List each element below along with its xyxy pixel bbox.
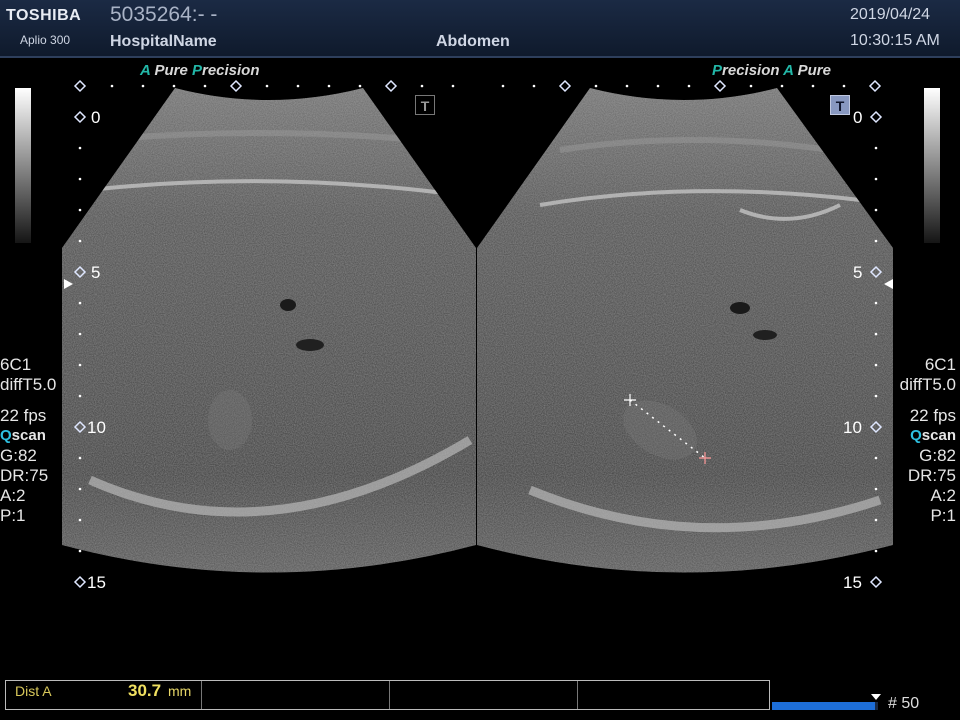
- cine-position-marker: [871, 694, 881, 700]
- cine-progress-fill: [772, 702, 875, 710]
- ultrasound-image-area: A Pure Precision Precision A Pure T T 0 …: [0, 60, 960, 680]
- exam-time: 10:30:15 AM: [850, 32, 940, 49]
- brand-logo: TOSHIBA: [6, 7, 82, 24]
- cine-progress-bar[interactable]: [772, 702, 878, 710]
- measurement-label: Dist A: [15, 683, 52, 699]
- a-label: A:2: [0, 486, 26, 505]
- left-depth-5: 5: [91, 263, 101, 282]
- gain-label: G:82: [0, 446, 37, 465]
- left-depth-15: 15: [87, 573, 106, 592]
- dynamic-range-label: DR:75: [907, 466, 956, 485]
- right-sector-image: [477, 88, 893, 573]
- probe-label: 6C1: [0, 355, 32, 374]
- fps-label: 22 fps: [909, 406, 956, 425]
- fps-label: 22 fps: [0, 406, 47, 425]
- exam-type: Abdomen: [436, 33, 510, 50]
- mode-label: diffT5.0: [0, 375, 57, 394]
- a-label: A:2: [930, 486, 956, 505]
- exam-date: 2019/04/24: [850, 6, 931, 23]
- measurement-cell-empty: [578, 681, 769, 709]
- left-depth-0: 0: [91, 108, 101, 127]
- measurement-value: 30.7: [128, 681, 162, 700]
- measurement-cell-empty: [390, 681, 578, 709]
- right-depth-0: 0: [853, 108, 863, 127]
- right-orientation-marker: T: [830, 95, 850, 115]
- top-info-bar: TOSHIBA Aplio 300 5035264:- - HospitalNa…: [0, 0, 960, 58]
- qscan-label: Qscan: [0, 427, 46, 444]
- p-label: P:1: [930, 506, 956, 525]
- qscan-label: Qscan: [910, 427, 956, 444]
- left-param-block: 6C1 diffT5.0 22 fps Qscan G:82 DR:75 A:2…: [0, 355, 56, 526]
- top-diamond-marks: [73, 79, 882, 93]
- left-orientation-marker: T: [415, 95, 435, 115]
- p-label: P:1: [0, 506, 26, 525]
- measurement-table: Dist A 30.7 mm: [5, 680, 770, 710]
- left-brand-tag: A Pure Precision: [140, 62, 260, 79]
- right-param-block: 6C1 diffT5.0 22 fps Qscan G:82 DR:75 A:2…: [900, 355, 956, 526]
- device-model: Aplio 300: [20, 33, 71, 47]
- measurement-unit: mm: [168, 683, 192, 699]
- right-depth-5: 5: [853, 263, 863, 282]
- ultrasound-sectors: [62, 79, 893, 589]
- left-sector-image: [62, 88, 476, 573]
- hospital-name: HospitalName: [110, 33, 217, 50]
- right-brand-tag: Precision A Pure: [712, 62, 831, 79]
- right-grayscale-bar: [924, 88, 940, 243]
- top-tick-marks: [110, 84, 846, 88]
- mode-label: diffT5.0: [899, 375, 956, 394]
- gain-label: G:82: [919, 446, 956, 465]
- dynamic-range-label: DR:75: [0, 466, 49, 485]
- measurement-cell-dist-a[interactable]: Dist A 30.7 mm: [6, 681, 202, 709]
- patient-id: 5035264:- -: [110, 3, 218, 26]
- right-depth-15: 15: [843, 573, 862, 592]
- probe-label: 6C1: [924, 355, 956, 374]
- left-depth-10: 10: [87, 418, 106, 437]
- frame-number: # 50: [888, 695, 920, 712]
- left-grayscale-bar: [15, 88, 31, 243]
- measurement-cell-empty: [202, 681, 390, 709]
- right-depth-10: 10: [843, 418, 862, 437]
